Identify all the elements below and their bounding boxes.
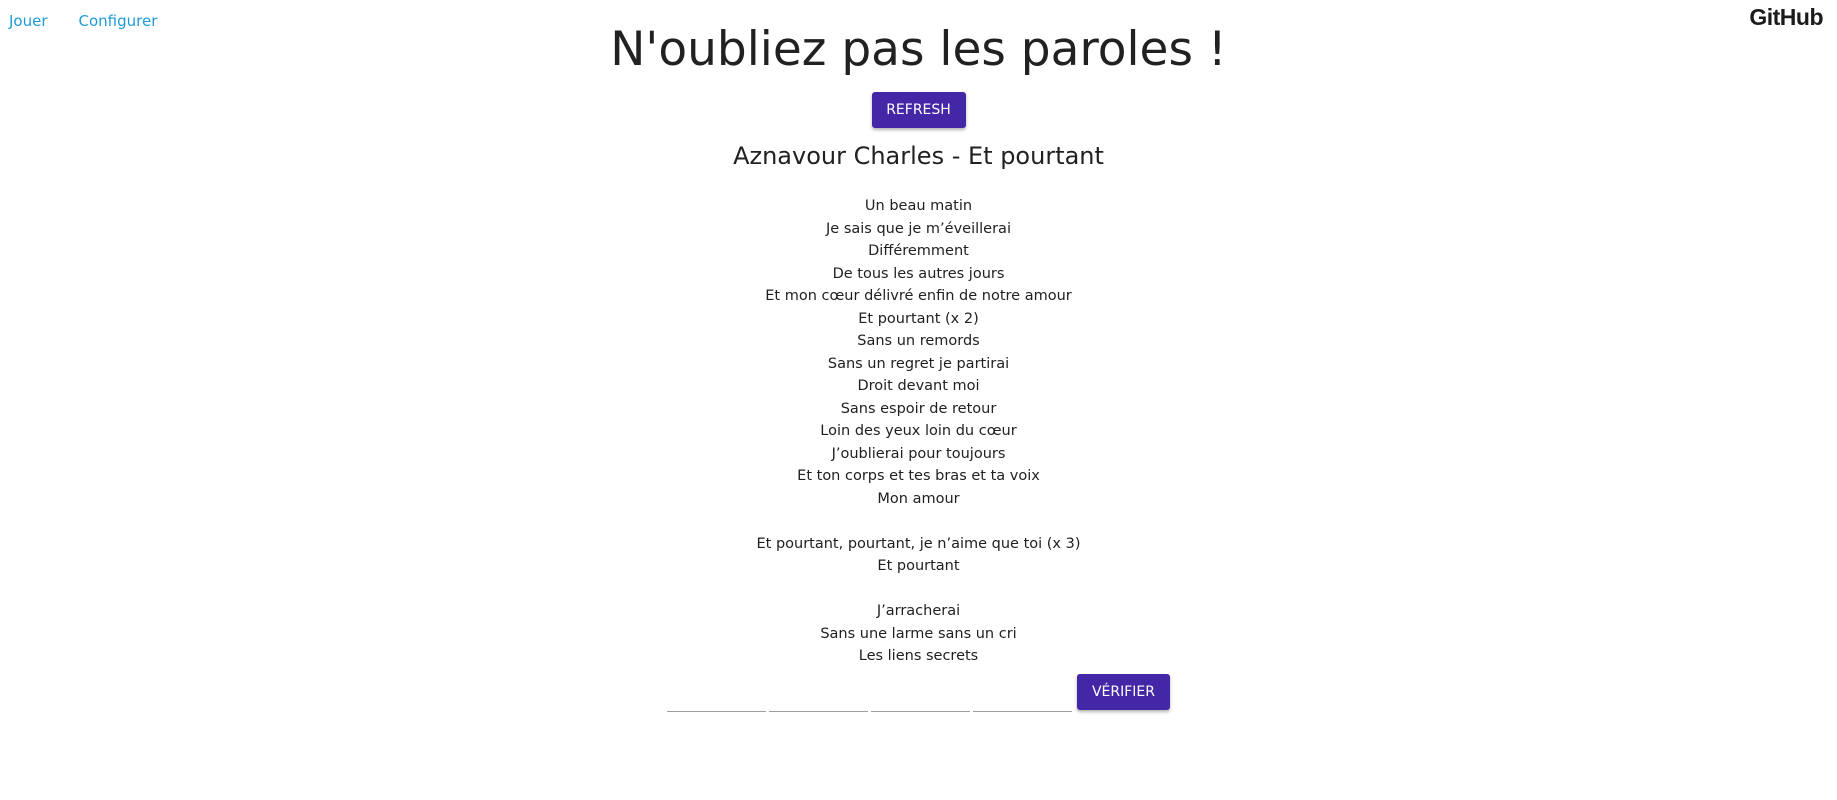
lyric-line: Différemment [868, 243, 969, 259]
song-title: Aznavour Charles - Et pourtant [733, 142, 1104, 170]
lyric-line: Et pourtant, pourtant, je n’aime que toi… [756, 535, 1081, 552]
lyric-line: Sans un regret je partirai [827, 355, 1010, 372]
answer-form: VÉRIFIER [667, 673, 1170, 712]
missing-word-input-1[interactable] [667, 678, 766, 712]
missing-word-input-3[interactable] [871, 678, 970, 712]
lyric-line: Je sais que je m’éveillerai [826, 220, 1011, 237]
lyric-line: Et ton corps et tes bras et ta voix [797, 468, 1040, 484]
lyric-line: Loin des yeux loin du cœur [820, 423, 1017, 439]
lyric-line: Un beau matin [864, 198, 973, 214]
lyric-line: Droit devant moi [857, 378, 980, 394]
lyric-line: Mon amour [877, 490, 960, 507]
page-title: N'oubliez pas les paroles ! [610, 22, 1227, 77]
missing-word-input-4[interactable] [973, 678, 1072, 712]
lyric-line: Sans une larme sans un cri [820, 625, 1017, 642]
lyric-line: Les liens secrets [858, 648, 979, 664]
lyric-line: De tous les autres jours [832, 265, 1005, 282]
lyric-line: Sans espoir de retour [840, 400, 997, 417]
lyric-line: Et pourtant (x 2) [858, 310, 979, 327]
lyric-line: Sans un remords [857, 333, 980, 349]
missing-word-input-2[interactable] [769, 678, 868, 712]
lyric-blank-line [0, 578, 1837, 601]
lyric-blank-line [0, 510, 1837, 533]
lyrics-block: Un beau matin Je sais que je m’éveillera… [0, 195, 1837, 668]
verify-button[interactable]: VÉRIFIER [1077, 673, 1170, 710]
lyric-line: J’oublierai pour toujours [831, 445, 1006, 462]
lyric-line: J’arracherai [876, 603, 961, 619]
lyric-line: Et pourtant [877, 558, 960, 574]
main-content: N'oubliez pas les paroles ! REFRESH Azna… [0, 0, 1837, 712]
lyric-line: Et mon cœur délivré enfin de notre amour [765, 288, 1072, 304]
refresh-button[interactable]: REFRESH [871, 92, 966, 128]
